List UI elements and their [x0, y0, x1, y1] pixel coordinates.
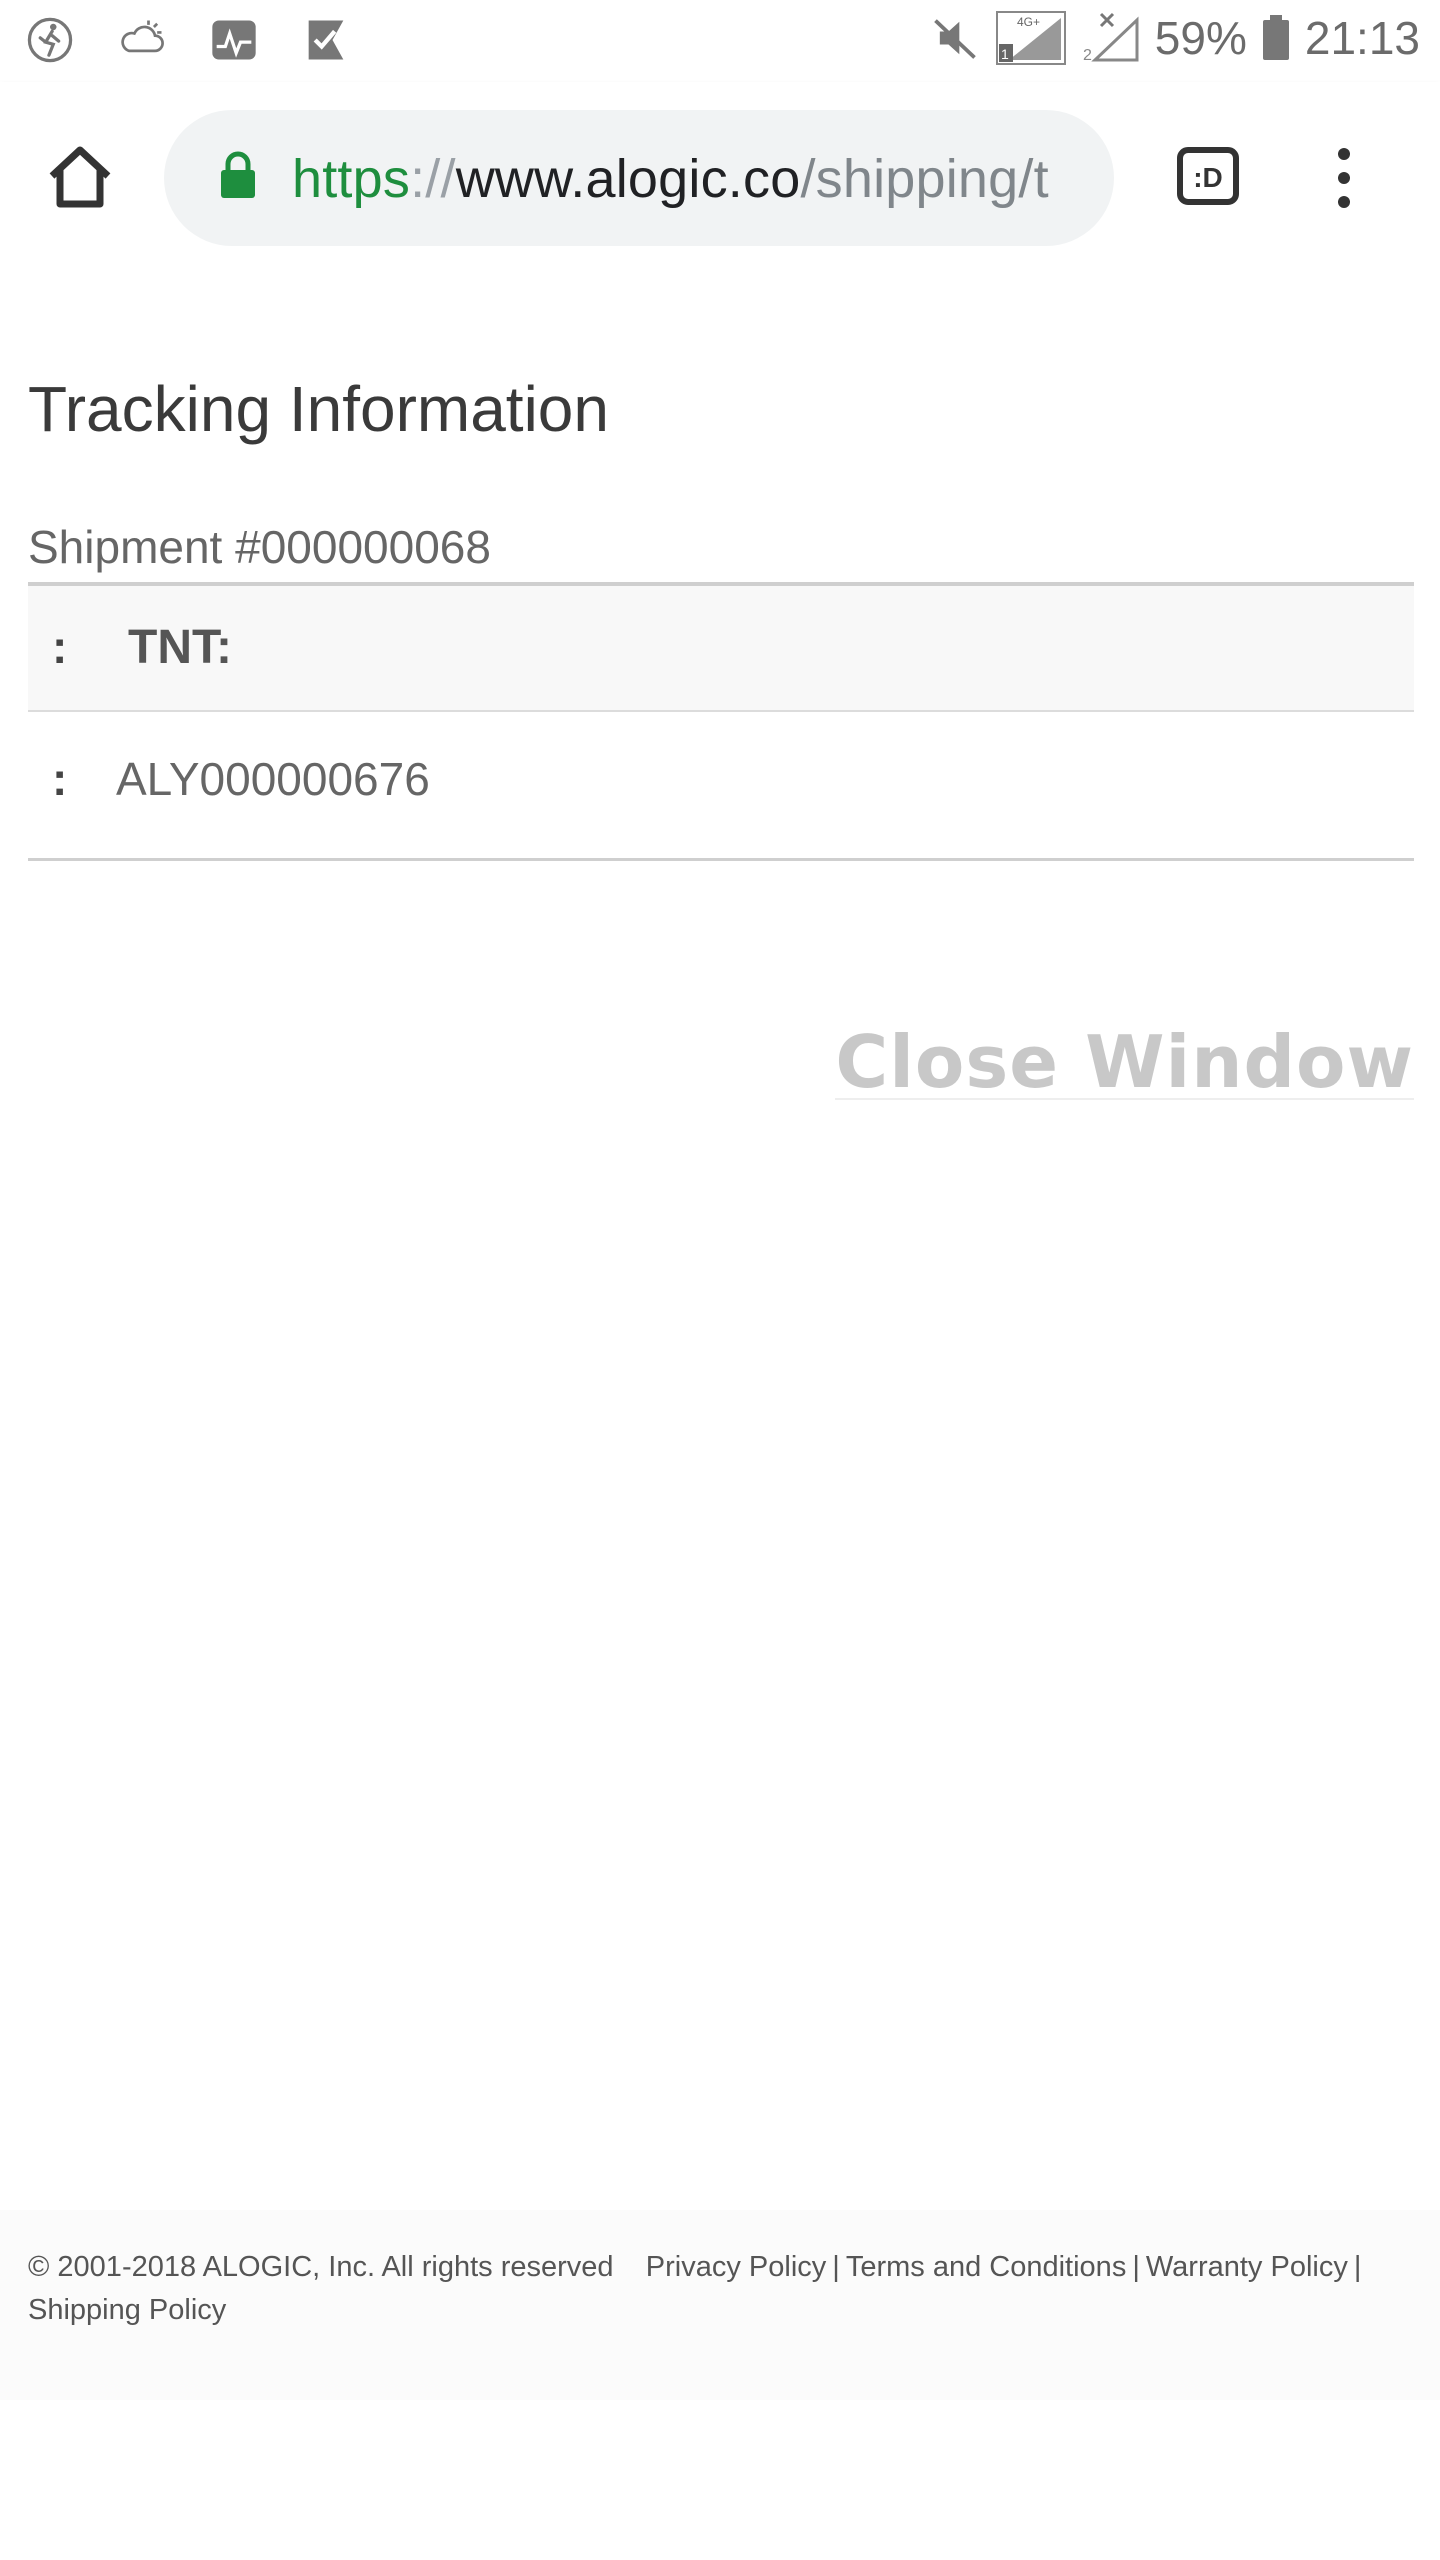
clock: 21:13 [1304, 12, 1420, 64]
weather-cloud-icon [121, 20, 164, 53]
task-check-icon [308, 20, 344, 60]
url-path: /shipping/t [800, 149, 1049, 209]
warranty-policy-link[interactable]: Warranty Policy [1146, 2251, 1348, 2283]
signal-sim2-icon: 2 [1083, 12, 1139, 64]
tracking-row-colon: : [52, 753, 68, 805]
carrier-row: : TNT: [28, 586, 1414, 712]
browser-toolbar: https://www.alogic.co/shipping/t :D [0, 82, 1440, 272]
footer-separator: | [1353, 2251, 1362, 2283]
page-content: Tracking Information Shipment #000000068… [0, 272, 1440, 2232]
footer: © 2001-2018 ALOGIC, Inc. All rights rese… [0, 2210, 1440, 2400]
url-separator: :// [410, 149, 456, 209]
overflow-menu-icon[interactable] [1318, 146, 1370, 210]
svg-text::D: :D [1193, 162, 1223, 193]
shipment-label: Shipment #000000068 [28, 521, 491, 573]
terms-link[interactable]: Terms and Conditions [846, 2251, 1126, 2283]
svg-text:1: 1 [1001, 46, 1009, 62]
address-bar[interactable]: https://www.alogic.co/shipping/t [164, 110, 1114, 246]
svg-text:4G+: 4G+ [1017, 15, 1040, 29]
activity-icon [27, 17, 73, 63]
battery-percentage: 59% [1154, 12, 1247, 64]
lock-icon [221, 151, 255, 198]
carrier-row-colon: : [52, 621, 68, 673]
svg-text:2: 2 [1083, 47, 1092, 64]
tracking-number[interactable]: ALY000000676 [116, 752, 430, 806]
url-text[interactable]: https://www.alogic.co/shipping/t [292, 148, 1049, 210]
health-app-icon [212, 20, 256, 60]
footer-separator: | [1132, 2251, 1140, 2283]
privacy-policy-link[interactable]: Privacy Policy [646, 2251, 827, 2283]
url-host: www.alogic.co [455, 149, 801, 209]
footer-text: © 2001-2018 ALOGIC, Inc. All rights rese… [28, 2246, 1408, 2332]
tab-switcher-icon[interactable]: :D [1176, 146, 1240, 206]
battery-icon [1262, 15, 1289, 60]
home-icon[interactable] [44, 140, 116, 212]
footer-separator: | [832, 2251, 840, 2283]
copyright: © 2001-2018 ALOGIC, Inc. All rights rese… [28, 2251, 614, 2283]
close-window-link[interactable]: Close Window [835, 1026, 1414, 1100]
status-bar: 1 4G+ 2 59% 21:13 [0, 0, 1440, 82]
shipping-policy-link[interactable]: Shipping Policy [28, 2294, 226, 2326]
signal-sim1-icon: 1 4G+ [995, 11, 1066, 65]
mute-icon [933, 19, 976, 59]
carrier-name: TNT: [128, 621, 232, 674]
page-title: Tracking Information [28, 373, 609, 445]
tracking-number-row: : ALY000000676 [28, 712, 1414, 861]
url-scheme: https [292, 149, 411, 209]
